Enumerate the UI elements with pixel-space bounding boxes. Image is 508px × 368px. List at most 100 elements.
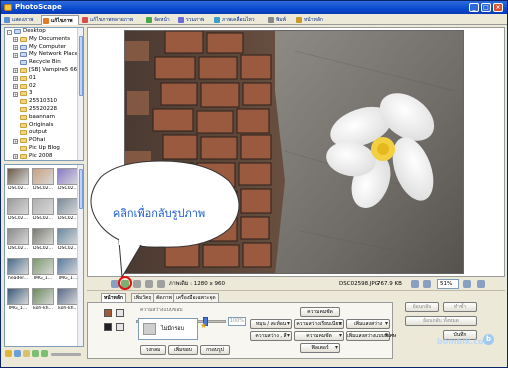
image-viewer[interactable] bbox=[87, 27, 505, 277]
auto-level-dropdown[interactable]: ความคมชัด bbox=[300, 307, 340, 317]
expand-icon[interactable]: + bbox=[13, 68, 18, 74]
expand-icon[interactable]: + bbox=[13, 91, 18, 97]
tree-item[interactable]: Originals bbox=[5, 122, 83, 130]
close-button[interactable]: × bbox=[493, 3, 503, 12]
tab-combine[interactable]: รวมภาพ bbox=[177, 15, 211, 25]
square-photo-icon[interactable] bbox=[116, 309, 124, 317]
undo-all-button[interactable]: ย้อนกลับ ทั้งหมด bbox=[405, 316, 477, 326]
zoom-in-icon[interactable] bbox=[411, 280, 419, 288]
expand-icon[interactable]: + bbox=[13, 37, 18, 43]
tab-main-menu[interactable]: หน้าหลัก bbox=[295, 15, 329, 25]
round-photo-icon[interactable] bbox=[104, 309, 112, 317]
percent-field[interactable]: 100% bbox=[228, 317, 246, 326]
subtab-crop[interactable]: ตัดภาพ bbox=[153, 293, 175, 302]
tree-item[interactable]: Pic Up Blog bbox=[5, 145, 83, 153]
thumbnail-panel[interactable]: DSC02... DSC02... DSC02... DSC02... DSC02...… bbox=[4, 164, 84, 347]
thumbnail-item[interactable]: DSC02... bbox=[31, 197, 55, 222]
folder-icon bbox=[20, 60, 27, 66]
zoom-fit-icon[interactable] bbox=[463, 280, 471, 288]
folder-tree[interactable]: - Desktop + My Documents + My Computer + My Net… bbox=[4, 27, 84, 161]
tree-item[interactable]: baannam bbox=[5, 114, 83, 122]
expand-icon[interactable]: + bbox=[13, 76, 18, 82]
thumbnail-image bbox=[7, 288, 29, 305]
expand-icon[interactable]: + bbox=[13, 52, 18, 58]
rotate-dropdown[interactable]: หมุน / สะท้อน bbox=[250, 319, 292, 329]
tab-animated-gif[interactable]: ภาพเคลื่อนไหว bbox=[213, 15, 265, 25]
thumbnail-item[interactable]: DSC02... bbox=[6, 167, 30, 192]
tree-item[interactable]: +3 bbox=[5, 90, 83, 98]
special-light-dropdown[interactable]: เพิ่มแสงสว่างแบบพิเศษ bbox=[346, 331, 396, 341]
maximize-button[interactable]: □ bbox=[481, 3, 491, 12]
zoom-level-field[interactable]: 51% bbox=[437, 279, 459, 289]
folder-icon bbox=[20, 145, 27, 151]
thumbnail-item[interactable]: header... bbox=[6, 257, 30, 282]
tree-item[interactable]: + My Network Places bbox=[5, 51, 83, 59]
tab-batch-editor[interactable]: แก้ไขภาพหลายภาพ bbox=[81, 15, 143, 25]
thumbnail-size-slider[interactable] bbox=[51, 353, 81, 356]
tree-item[interactable]: + My Documents bbox=[5, 36, 83, 44]
zoom-out-icon[interactable] bbox=[423, 280, 431, 288]
fit-icon[interactable] bbox=[145, 280, 153, 288]
brightness-dropdown[interactable]: ความสว่าง , สี bbox=[250, 331, 292, 341]
frame-line-button[interactable]: กรอบรูป bbox=[200, 345, 230, 355]
tree-scrollbar[interactable] bbox=[77, 28, 83, 160]
tree-item[interactable]: output bbox=[5, 129, 83, 137]
expand-icon[interactable]: + bbox=[13, 84, 18, 90]
white-frame-icon[interactable] bbox=[116, 323, 124, 331]
add-margin-button[interactable]: เพิ่มขอบ bbox=[168, 345, 198, 355]
black-frame-icon[interactable] bbox=[104, 323, 112, 331]
tree-item[interactable]: + [SB] Vampire5 66C bbox=[5, 67, 83, 75]
subtab-tools[interactable]: เครื่องมือเฉพาะจุด bbox=[173, 293, 219, 302]
round-button[interactable]: วงกลม bbox=[140, 345, 166, 355]
sharpen-dropdown[interactable]: ความคมชัด bbox=[294, 331, 344, 341]
rotate-icon[interactable] bbox=[133, 280, 141, 288]
tree-item[interactable]: - Desktop bbox=[5, 28, 83, 36]
subtab-objects[interactable]: เพิ่มวัตถุ bbox=[131, 293, 155, 302]
fullscreen-icon[interactable] bbox=[477, 280, 485, 288]
tree-item[interactable]: Recycle Bin bbox=[5, 59, 83, 67]
frame-selector[interactable]: ไม่มีกรอบ bbox=[138, 318, 198, 340]
thumbnail-item[interactable]: IMG_1... bbox=[6, 287, 30, 312]
tree-item[interactable]: + My Computer bbox=[5, 44, 83, 52]
up-folder-icon[interactable] bbox=[14, 350, 21, 357]
expand-icon[interactable]: + bbox=[13, 138, 18, 144]
photo-canvas[interactable] bbox=[124, 30, 464, 274]
tab-page[interactable]: จัดหน้า bbox=[145, 15, 175, 25]
subtab-home[interactable]: หน้าหลัก bbox=[101, 293, 126, 302]
minimize-button[interactable]: _ bbox=[469, 3, 479, 12]
collapse-icon[interactable]: - bbox=[7, 29, 12, 35]
tree-item[interactable]: +02 bbox=[5, 83, 83, 91]
tab-viewer[interactable]: แสดงภาพ bbox=[3, 15, 41, 25]
tree-item[interactable]: + Pic 2008 bbox=[5, 153, 83, 160]
star-icon[interactable] bbox=[5, 350, 12, 357]
filter-dropdown[interactable]: ฟิลเตอร์ bbox=[300, 343, 340, 353]
back-icon[interactable] bbox=[32, 350, 39, 357]
thumbnail-item[interactable]: DSC02... bbox=[31, 167, 55, 192]
tab-print[interactable]: พิมพ์ bbox=[267, 15, 293, 25]
expand-icon[interactable]: + bbox=[13, 45, 18, 51]
scrollbar-thumb[interactable] bbox=[79, 169, 83, 209]
tab-editor[interactable]: แก้ไขภาพ bbox=[41, 15, 79, 25]
thumbnail-item[interactable]: IMG_1... bbox=[31, 257, 55, 282]
forward-icon[interactable] bbox=[41, 350, 48, 357]
folder-icon[interactable] bbox=[23, 350, 30, 357]
thumbnail-image bbox=[57, 168, 79, 185]
thumbnail-item[interactable]: DSC02... bbox=[6, 227, 30, 252]
actual-size-icon[interactable] bbox=[157, 280, 165, 288]
scrollbar-thumb[interactable] bbox=[79, 36, 83, 96]
tree-item[interactable]: 25510310 bbox=[5, 98, 83, 106]
favorite-star-icon[interactable]: ★ bbox=[200, 321, 207, 330]
thumbnail-scrollbar[interactable] bbox=[77, 165, 83, 346]
tree-item[interactable]: +01 bbox=[5, 75, 83, 83]
tree-item[interactable]: 25520228 bbox=[5, 106, 83, 114]
tree-item[interactable]: + POhai bbox=[5, 137, 83, 145]
bloom-dropdown[interactable]: เพิ่มแสงสว่าง bbox=[346, 319, 390, 329]
expand-icon[interactable]: + bbox=[13, 154, 18, 160]
thumbnail-item[interactable]: DSC02... bbox=[31, 227, 55, 252]
tree-item-label: 25510310 bbox=[29, 98, 57, 105]
redo-button[interactable]: ทำซ้ำ bbox=[443, 302, 477, 312]
backlight-dropdown[interactable]: ความสว่างเรียบเนียน bbox=[294, 319, 344, 329]
undo-button[interactable]: ย้อนกลับ bbox=[405, 302, 439, 312]
thumbnail-item[interactable]: koh-kh... bbox=[31, 287, 55, 312]
thumbnail-item[interactable]: DSC02... bbox=[6, 197, 30, 222]
